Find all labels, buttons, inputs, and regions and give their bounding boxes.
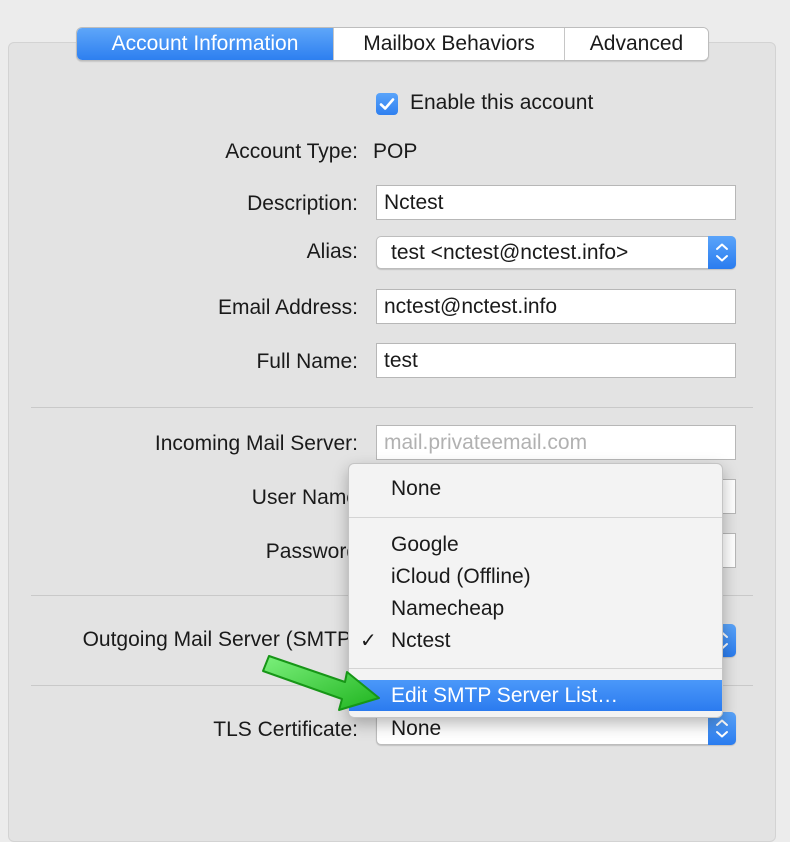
- account-type-label: Account Type:: [225, 140, 358, 163]
- menu-item-google[interactable]: Google: [349, 531, 722, 559]
- enable-account-label[interactable]: Enable this account: [410, 91, 593, 115]
- alias-stepper[interactable]: [708, 236, 736, 269]
- alias-popup[interactable]: test <nctest@nctest.info>: [376, 236, 736, 269]
- description-label: Description:: [247, 192, 358, 215]
- smtp-server-menu: None Google iCloud (Offline) Namecheap ✓…: [348, 463, 723, 718]
- description-field[interactable]: Nctest: [376, 185, 736, 220]
- enable-account-checkbox[interactable]: [376, 93, 398, 115]
- incoming-mail-server-field[interactable]: mail.privateemail.com: [376, 425, 736, 460]
- account-type-value: POP: [373, 140, 418, 163]
- alias-label: Alias:: [306, 240, 358, 263]
- tls-certificate-value: None: [391, 717, 442, 740]
- email-address-label: Email Address:: [217, 296, 358, 319]
- incoming-mail-server-label: Incoming Mail Server:: [154, 432, 358, 455]
- email-address-field[interactable]: nctest@nctest.info: [376, 289, 736, 324]
- menu-item-namecheap[interactable]: Namecheap: [349, 595, 722, 623]
- alias-value: test <nctest@nctest.info>: [391, 241, 629, 264]
- tls-certificate-label: TLS Certificate:: [213, 718, 358, 741]
- menu-item-icloud[interactable]: iCloud (Offline): [349, 563, 722, 591]
- checkmark-icon: [379, 98, 395, 110]
- tab-advanced[interactable]: Advanced: [564, 28, 708, 60]
- menu-item-edit-smtp-server-list[interactable]: Edit SMTP Server List…: [349, 680, 722, 711]
- tab-mailbox-behaviors[interactable]: Mailbox Behaviors: [333, 28, 564, 60]
- menu-separator: [349, 668, 722, 669]
- tab-bar: Account Information Mailbox Behaviors Ad…: [76, 27, 709, 61]
- tab-account-information[interactable]: Account Information: [77, 28, 333, 60]
- menu-item-nctest-label: Nctest: [391, 629, 451, 652]
- menu-item-none[interactable]: None: [349, 475, 722, 503]
- green-arrow-icon: [262, 655, 380, 711]
- menu-separator: [349, 517, 722, 518]
- separator: [31, 407, 753, 408]
- full-name-label: Full Name:: [256, 350, 358, 373]
- menu-item-nctest[interactable]: ✓ Nctest: [349, 627, 722, 655]
- password-label: Password: [265, 540, 358, 563]
- user-name-label: User Name: [251, 486, 358, 509]
- up-down-chevron-icon: [716, 243, 728, 262]
- full-name-field[interactable]: test: [376, 343, 736, 378]
